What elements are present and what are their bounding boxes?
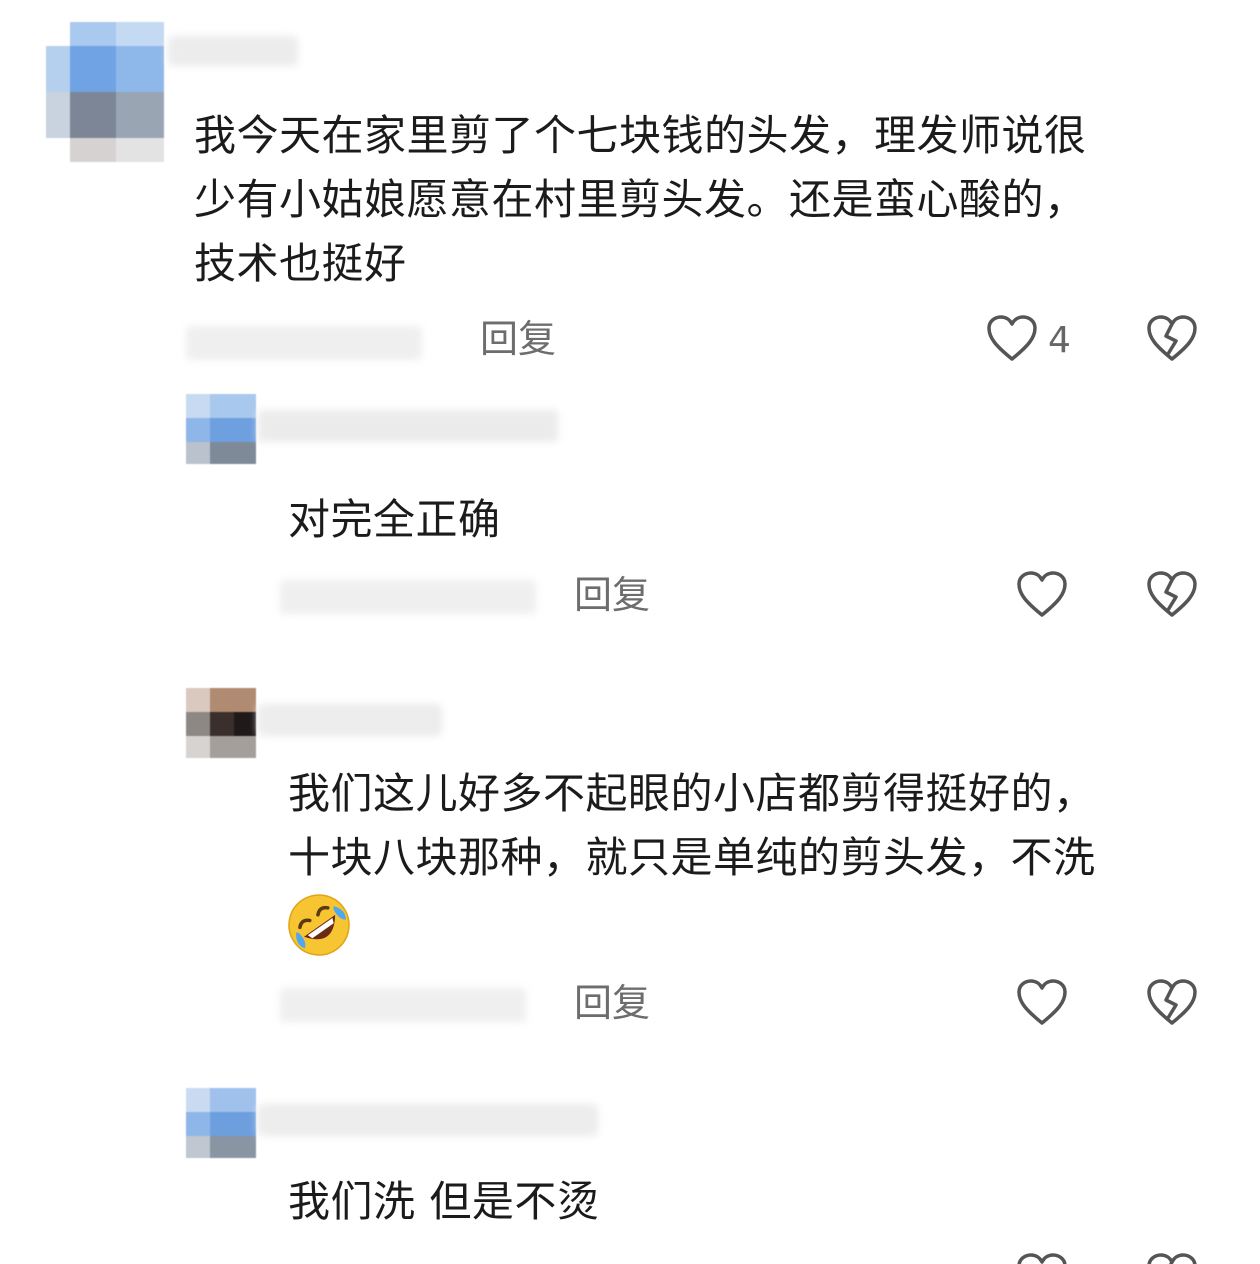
- reply-comment-2: 我们这儿好多不起眼的小店都剪得挺好的， 十块八块那种，就只是单纯的剪头发，不洗 …: [0, 670, 1260, 1070]
- like-button[interactable]: [1016, 570, 1068, 624]
- timestamp-location-redacted: [280, 576, 540, 616]
- broken-heart-icon: [1146, 978, 1198, 1032]
- heart-outline-icon: [986, 314, 1038, 368]
- reply-comment-1: 对完全正确 回复: [0, 380, 1260, 650]
- comment-text: 对完全正确: [288, 495, 501, 544]
- avatar[interactable]: [186, 394, 256, 464]
- heart-outline-icon: [1016, 1252, 1068, 1264]
- reply-comment-3: 我们洗 但是不烫: [0, 1070, 1260, 1264]
- like-button[interactable]: [1016, 978, 1068, 1032]
- reply-button[interactable]: 回复: [480, 316, 556, 362]
- dislike-button[interactable]: [1146, 978, 1198, 1032]
- timestamp-location-redacted: [186, 322, 426, 362]
- username-redacted[interactable]: [258, 1098, 618, 1138]
- username-redacted[interactable]: [168, 30, 308, 70]
- reply-button[interactable]: 回复: [574, 980, 650, 1026]
- avatar[interactable]: [186, 1088, 256, 1158]
- comment-text: 我们这儿好多不起眼的小店都剪得挺好的， 十块八块那种，就只是单纯的剪头发，不洗: [288, 769, 1096, 882]
- reply-button[interactable]: 回复: [574, 572, 650, 618]
- timestamp-location-redacted: [280, 984, 530, 1024]
- like-count: 4: [1048, 320, 1071, 361]
- broken-heart-icon: [1146, 314, 1198, 368]
- dislike-button[interactable]: [1146, 1252, 1198, 1264]
- avatar[interactable]: [46, 22, 164, 162]
- comment-text: 我今天在家里剪了个七块钱的头发，理发师说很 少有小姑娘愿意在村里剪头发。还是蛮心…: [194, 111, 1087, 288]
- username-redacted[interactable]: [258, 698, 458, 738]
- heart-outline-icon: [1016, 978, 1068, 1032]
- like-button[interactable]: [1016, 1252, 1068, 1264]
- username-redacted[interactable]: [258, 404, 578, 444]
- comment-text: 我们洗 但是不烫: [288, 1177, 600, 1226]
- comment-1: 我今天在家里剪了个七块钱的头发，理发师说很 少有小姑娘愿意在村里剪头发。还是蛮心…: [0, 0, 1260, 380]
- dislike-button[interactable]: [1146, 314, 1198, 368]
- heart-outline-icon: [1016, 570, 1068, 624]
- avatar[interactable]: [186, 688, 256, 758]
- broken-heart-icon: [1146, 570, 1198, 624]
- broken-heart-icon: [1146, 1252, 1198, 1264]
- rolling-on-floor-laughing-icon: [286, 892, 352, 958]
- like-button[interactable]: 4: [986, 314, 1071, 368]
- dislike-button[interactable]: [1146, 570, 1198, 624]
